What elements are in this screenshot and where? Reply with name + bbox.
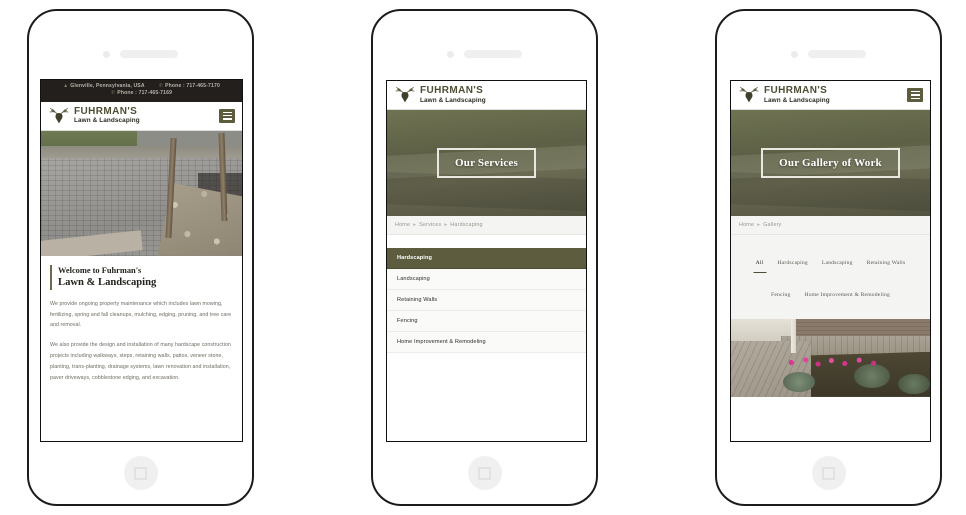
hero-title-gallery[interactable]: Our Gallery of Work <box>761 147 900 178</box>
gallery-filter-fencing[interactable]: Fencing <box>771 290 790 301</box>
topbar-location: ▲ Glenville, Pennsylvania, USA <box>63 83 145 89</box>
phone-earpiece-area <box>29 41 252 67</box>
gallery-filter-all[interactable]: All <box>756 258 764 269</box>
deer-head-antlers-icon <box>739 87 759 103</box>
intro-section: Welcome to Fuhrman's Lawn & Landscaping … <box>41 255 242 388</box>
home-button-icon[interactable] <box>811 456 846 490</box>
front-camera-icon <box>447 50 454 58</box>
brand-tagline: Lawn & Landscaping <box>764 96 830 104</box>
service-item-hardscaping[interactable]: Hardscaping <box>387 247 586 269</box>
brand-name: FUHRMAN'S <box>420 85 484 96</box>
intro-paragraph-1: We provide ongoing property maintenance … <box>50 300 232 329</box>
hero-title-services[interactable]: Our Services <box>437 147 536 178</box>
breadcrumb-separator-icon: ▸ <box>444 221 448 228</box>
site-header-services: FUHRMAN'S Lawn & Landscaping <box>387 81 586 110</box>
gallery-filter-home-improvement[interactable]: Home Improvement & Remodeling <box>804 290 890 301</box>
site-header-home: FUHRMAN'S Lawn & Landscaping <box>41 101 242 131</box>
screen-home: ▲ Glenville, Pennsylvania, USA ✆ Phone : 7… <box>40 79 243 442</box>
welcome-line-2: Lawn & Landscaping <box>58 277 157 288</box>
breadcrumb-gallery: Home ▸ Gallery <box>731 215 930 235</box>
screen-gallery: FUHRMAN'S Lawn & Landscaping Our Gallery… <box>730 80 931 442</box>
phone-icon: ✆ <box>110 90 116 97</box>
home-button-square-icon <box>134 466 147 480</box>
breadcrumb-separator-icon: ▸ <box>413 221 417 228</box>
home-button-square-icon <box>478 466 491 480</box>
screen-services: FUHRMAN'S Lawn & Landscaping Our Service… <box>386 80 587 442</box>
breadcrumb-separator-icon: ▸ <box>757 221 761 228</box>
hero-banner-gallery: Our Gallery of Work <box>731 109 930 216</box>
brand-tagline: Lawn & Landscaping <box>420 96 486 104</box>
screenshot-stage: ▲ Glenville, Pennsylvania, USA ✆ Phone : 7… <box>0 0 966 515</box>
page-title: Welcome to Fuhrman's Lawn & Landscaping <box>50 264 233 290</box>
phone-icon: ✆ <box>158 83 164 89</box>
front-camera-icon <box>791 50 798 58</box>
deer-head-antlers-icon <box>49 108 69 124</box>
home-button-icon[interactable] <box>123 456 158 490</box>
welcome-line: Welcome to Fuhrman's <box>58 265 142 275</box>
service-item-home-improvement[interactable]: Home Improvement & Remodeling <box>387 331 586 353</box>
brand-logo-home[interactable]: FUHRMAN'S Lawn & Landscaping <box>48 105 140 125</box>
service-item-fencing[interactable]: Fencing <box>387 310 586 332</box>
brand-name: FUHRMAN'S <box>74 105 138 117</box>
intro-paragraph-2: We also provide the design and installat… <box>50 342 231 381</box>
breadcrumb-item-current: Hardscaping <box>450 221 483 228</box>
gallery-photo-flower-bed[interactable] <box>731 318 930 397</box>
hamburger-menu-icon[interactable] <box>219 108 235 123</box>
phone-device-services: FUHRMAN'S Lawn & Landscaping Our Service… <box>371 9 598 506</box>
service-item-landscaping[interactable]: Landscaping <box>387 268 586 290</box>
phone-device-gallery: FUHRMAN'S Lawn & Landscaping Our Gallery… <box>715 9 942 506</box>
deer-head-antlers-icon <box>395 87 415 103</box>
breadcrumb-services: Home ▸ Services ▸ Hardscaping <box>387 215 586 235</box>
home-button-square-icon <box>822 466 835 480</box>
phone-earpiece-area <box>373 41 596 67</box>
brand-tagline: Lawn & Landscaping <box>74 117 140 125</box>
hero-banner-services: Our Services <box>387 109 586 216</box>
service-item-retaining-walls[interactable]: Retaining Walls <box>387 289 586 311</box>
gallery-filter-hardscaping[interactable]: Hardscaping <box>777 258 807 269</box>
breadcrumb-item-home[interactable]: Home <box>739 222 754 228</box>
gallery-filter-bar: All Hardscaping Landscaping Retaining Walls… <box>731 234 930 319</box>
earpiece-speaker-icon <box>120 50 178 58</box>
gallery-filter-retaining-walls[interactable]: Retaining Walls <box>867 258 906 269</box>
hero-photo-patio <box>41 130 242 256</box>
breadcrumb-item-home[interactable]: Home <box>395 222 410 228</box>
site-header-gallery: FUHRMAN'S Lawn & Landscaping <box>731 81 930 110</box>
earpiece-speaker-icon <box>464 50 522 58</box>
hamburger-menu-icon[interactable] <box>907 87 923 102</box>
home-button-icon[interactable] <box>467 456 502 490</box>
top-contact-bar: ▲ Glenville, Pennsylvania, USA ✆ Phone : 7… <box>41 80 242 102</box>
brand-logo-gallery[interactable]: FUHRMAN'S Lawn & Landscaping <box>738 86 830 104</box>
breadcrumb-item-services[interactable]: Services <box>419 222 441 228</box>
brand-name: FUHRMAN'S <box>764 85 828 96</box>
breadcrumb-item-current: Gallery <box>763 221 782 228</box>
phone-device-home: ▲ Glenville, Pennsylvania, USA ✆ Phone : 7… <box>27 9 254 506</box>
services-list: Hardscaping Landscaping Retaining Walls … <box>387 234 586 353</box>
topbar-phone-1[interactable]: ✆ Phone : 717-465-7170 <box>159 83 220 90</box>
map-marker-icon: ▲ <box>63 83 69 89</box>
phone-earpiece-area <box>717 41 940 67</box>
gallery-filter-landscaping[interactable]: Landscaping <box>822 258 853 269</box>
earpiece-speaker-icon <box>808 50 866 58</box>
front-camera-icon <box>103 50 110 58</box>
brand-logo-services[interactable]: FUHRMAN'S Lawn & Landscaping <box>394 86 486 104</box>
topbar-phone-2[interactable]: ✆ Phone : 717-465-7169 <box>111 90 172 97</box>
